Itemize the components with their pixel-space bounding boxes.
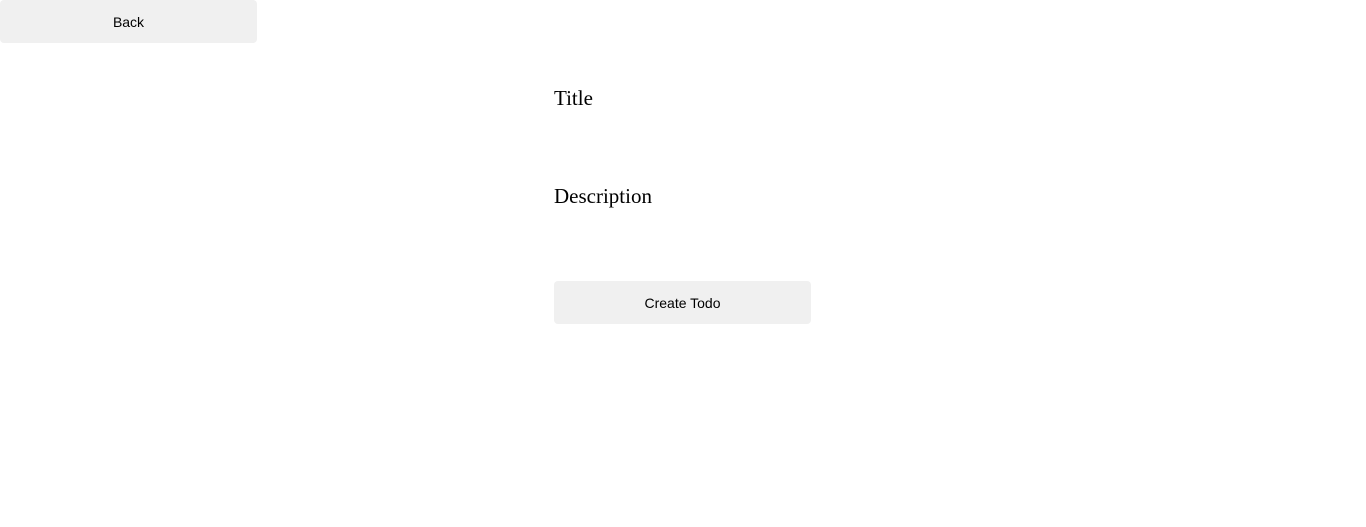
- description-label: Description: [554, 184, 652, 208]
- title-input[interactable]: [554, 116, 811, 150]
- back-button[interactable]: Back: [0, 0, 257, 43]
- title-label: Title: [554, 86, 593, 110]
- description-input[interactable]: [554, 214, 811, 248]
- create-todo-button[interactable]: Create Todo: [554, 281, 811, 324]
